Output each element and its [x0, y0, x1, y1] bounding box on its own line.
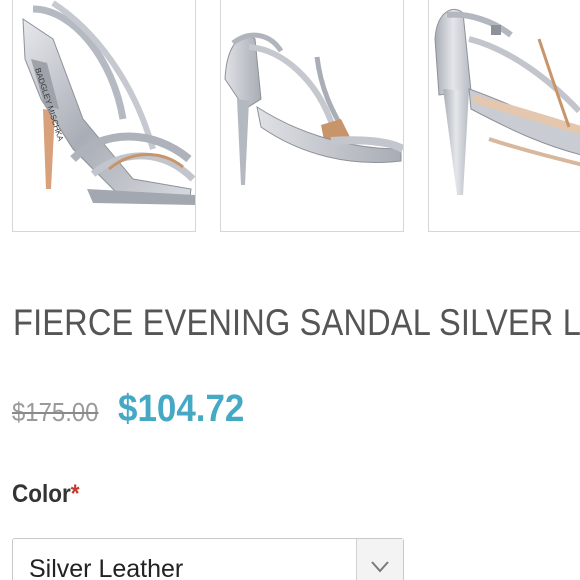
required-mark: * — [70, 480, 80, 508]
color-select-value: Silver Leather — [29, 555, 184, 580]
color-select-toggle[interactable] — [356, 539, 403, 580]
product-image-gallery: BADGLEY MISCHKA — [0, 0, 580, 240]
sandal-side-view-image: BADGLEY MISCHKA — [22, 0, 195, 205]
color-label-text: Color — [12, 480, 71, 508]
original-price: $175.00 — [12, 397, 99, 427]
price-row: $175.00 $104.72 — [12, 388, 255, 431]
color-label: Color* — [12, 480, 80, 509]
product-thumbnail-1[interactable]: BADGLEY MISCHKA — [12, 0, 196, 232]
product-title: FIERCE EVENING SANDAL SILVER LEATHER — [13, 302, 580, 343]
product-thumbnail-3[interactable] — [428, 0, 580, 232]
chevron-down-icon — [371, 561, 389, 573]
product-page: BADGLEY MISCHKA FIERCE EVENING SANDAL SI… — [0, 0, 580, 580]
color-select[interactable]: Silver Leather — [12, 538, 404, 580]
sandal-angle-view-image — [224, 32, 403, 185]
product-thumbnail-2[interactable] — [220, 0, 404, 232]
sandal-heel-view-image — [434, 8, 580, 195]
sale-price: $104.72 — [117, 388, 245, 430]
